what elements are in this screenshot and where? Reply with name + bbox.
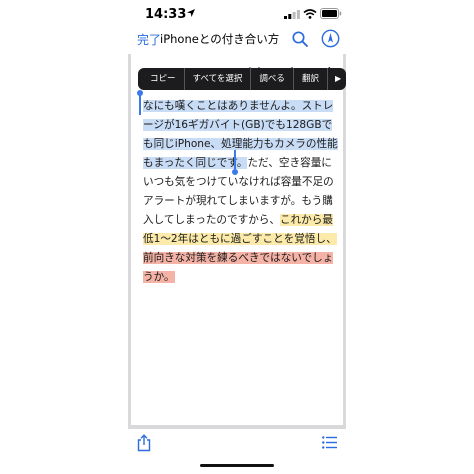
edit-callout-menu: コピー すべてを選択 調べる 翻訳 ▶ — [138, 68, 346, 90]
status-time: 14:33 — [145, 7, 187, 22]
selection-end-handle[interactable] — [232, 150, 238, 175]
wifi-icon — [303, 9, 317, 19]
list-icon[interactable] — [322, 436, 337, 449]
menu-item-select-all[interactable]: すべてを選択 — [185, 68, 251, 90]
status-bar: 14:33 — [0, 0, 474, 26]
selection-start-handle[interactable] — [137, 90, 143, 115]
menu-item-translate[interactable]: 翻訳 — [294, 68, 327, 90]
page-title: iPhoneとの付き合い方（12… — [160, 32, 286, 46]
page-paper: iPhoneとの付き合い方 コピー すべてを選択 調べる 翻訳 ▶ なにも嘆くこ… — [131, 54, 346, 425]
bottom-toolbar — [128, 429, 346, 474]
red-highlight[interactable]: 前向きな対策を練るべきではないでしょうか。 — [143, 252, 334, 283]
article-body[interactable]: なにも嘆くことはありませんよ。ストレージが16ギガバイト(GB)でも128GBで… — [143, 97, 339, 287]
reader-nav-bar: 完了 iPhoneとの付き合い方（12… — [128, 26, 346, 54]
menu-item-copy[interactable]: コピー — [142, 68, 184, 90]
battery-icon — [320, 8, 342, 19]
safari-icon[interactable] — [321, 29, 340, 48]
home-indicator[interactable] — [200, 464, 274, 467]
signal-icon — [284, 10, 300, 19]
share-icon[interactable] — [136, 434, 152, 452]
reader-page: iPhoneとの付き合い方 コピー すべてを選択 調べる 翻訳 ▶ なにも嘆くこ… — [128, 54, 346, 429]
menu-item-look-up[interactable]: 調べる — [251, 68, 293, 90]
menu-more-arrow[interactable]: ▶ — [328, 68, 341, 90]
search-icon[interactable] — [291, 30, 309, 48]
location-arrow-icon — [187, 9, 195, 17]
done-button[interactable]: 完了 — [137, 31, 161, 48]
